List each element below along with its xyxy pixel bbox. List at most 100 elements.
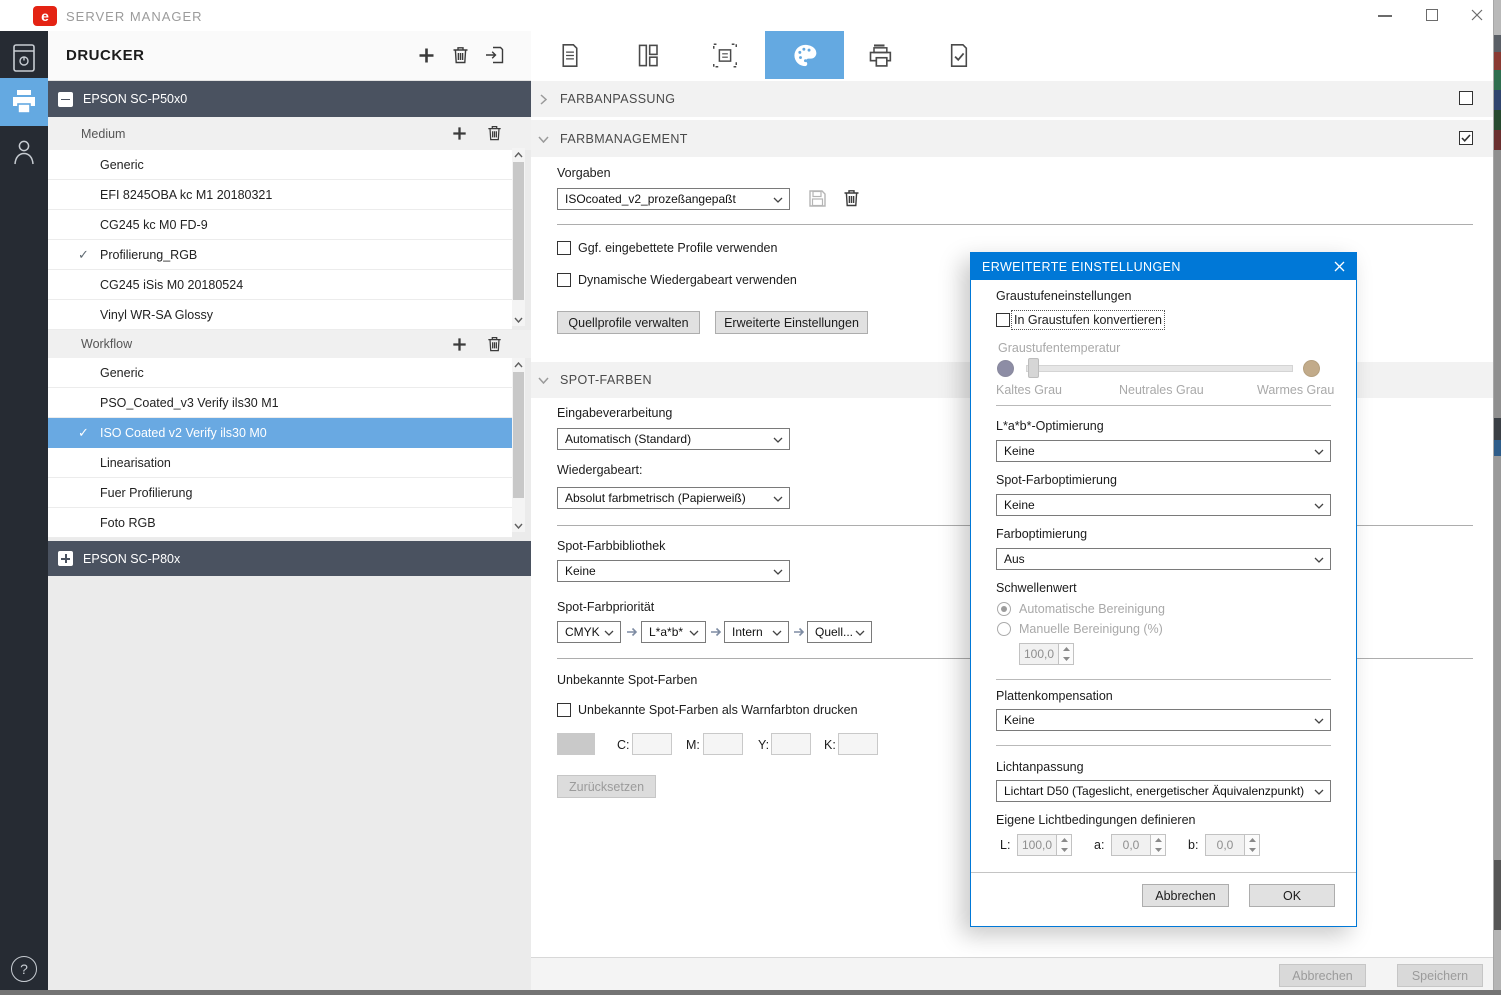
- scrollbar-thumb[interactable]: [513, 372, 524, 498]
- workflow-scrollbar[interactable]: [512, 358, 525, 532]
- scroll-down-icon[interactable]: [512, 519, 525, 532]
- toolbar-tab-printer[interactable]: [867, 43, 895, 69]
- spinner-down-icon[interactable]: [1151, 845, 1165, 855]
- scroll-down-icon[interactable]: [512, 313, 525, 326]
- plate-compensation-dropdown[interactable]: Keine: [996, 709, 1331, 731]
- l-spinner[interactable]: 100,0: [1017, 834, 1072, 856]
- manual-cleanup-spinner[interactable]: 100,0: [1019, 643, 1074, 665]
- spinner-down-icon[interactable]: [1245, 845, 1259, 855]
- tree-item-selected[interactable]: ✓ ISO Coated v2 Verify ils30 M0: [48, 418, 512, 448]
- add-printer-button[interactable]: [418, 47, 435, 64]
- priority-dropdown-4[interactable]: Quell...: [807, 621, 872, 643]
- scroll-up-icon[interactable]: [512, 358, 525, 371]
- scroll-up-icon[interactable]: [512, 148, 525, 161]
- cyan-input[interactable]: [632, 733, 672, 755]
- dynamic-rendering-checkbox[interactable]: [557, 273, 571, 287]
- spinner-up-icon[interactable]: [1057, 835, 1071, 845]
- tree-printer-epson-sc-p80x[interactable]: EPSON SC-P80x: [48, 541, 531, 576]
- rendering-intent-dropdown[interactable]: Absolut farbmetrisch (Papierweiß): [557, 487, 790, 509]
- color-optimization-dropdown[interactable]: Aus: [996, 548, 1331, 570]
- add-workflow-button[interactable]: [452, 337, 467, 352]
- import-icon: [485, 46, 504, 64]
- tree-printer-epson-sc-p50x0[interactable]: EPSON SC-P50x0: [48, 81, 531, 117]
- tree-item[interactable]: Foto RGB: [48, 508, 512, 538]
- priority-dropdown-1[interactable]: CMYK: [557, 621, 621, 643]
- delete-preset-button[interactable]: [843, 189, 860, 207]
- minimize-icon[interactable]: [1378, 15, 1392, 17]
- tree-item[interactable]: CG245 iSis M0 20180524: [48, 270, 512, 300]
- dialog-close-icon[interactable]: [1334, 261, 1345, 272]
- footer-save-button[interactable]: Speichern: [1397, 964, 1483, 987]
- save-preset-button[interactable]: [808, 189, 827, 208]
- spinner-down-icon[interactable]: [1059, 654, 1073, 664]
- convert-grayscale-checkbox[interactable]: [996, 313, 1010, 327]
- toolbar-tab-file[interactable]: [556, 42, 584, 69]
- input-processing-dropdown[interactable]: Automatisch (Standard): [557, 428, 790, 450]
- gray-temperature-slider[interactable]: [1026, 365, 1293, 372]
- slider-thumb[interactable]: [1028, 358, 1039, 378]
- farbmanagement-checkbox-checked[interactable]: [1459, 131, 1473, 145]
- nav-item-users[interactable]: [0, 130, 48, 174]
- tree-item[interactable]: PSO_Coated_v3 Verify ils30 M1: [48, 388, 512, 418]
- lab-optimization-dropdown[interactable]: Keine: [996, 440, 1331, 462]
- dropdown-value: Absolut farbmetrisch (Papierweiß): [565, 491, 746, 505]
- toolbar-tab-verify[interactable]: [945, 42, 973, 69]
- section-farbanpassung[interactable]: FARBANPASSUNG: [531, 81, 1493, 117]
- spinner-up-icon[interactable]: [1151, 835, 1165, 845]
- import-printer-button[interactable]: [485, 46, 504, 64]
- tree-item[interactable]: CG245 kc M0 FD-9: [48, 210, 512, 240]
- scrollbar-thumb[interactable]: [513, 162, 524, 300]
- delete-workflow-button[interactable]: [487, 336, 502, 352]
- auto-cleanup-radio[interactable]: [997, 602, 1011, 616]
- spinner-up-icon[interactable]: [1059, 644, 1073, 654]
- tree-item[interactable]: Generic: [48, 150, 512, 180]
- nav-rail: [0, 31, 48, 990]
- magenta-input[interactable]: [703, 733, 743, 755]
- manual-cleanup-radio[interactable]: [997, 622, 1011, 636]
- a-label: a:: [1094, 838, 1104, 852]
- toolbar-tab-color-active[interactable]: [765, 31, 844, 79]
- close-icon[interactable]: [1470, 8, 1484, 22]
- delete-medium-button[interactable]: [487, 125, 502, 141]
- black-input[interactable]: [838, 733, 878, 755]
- reset-button[interactable]: Zurücksetzen: [557, 775, 656, 798]
- add-medium-button[interactable]: [452, 126, 467, 141]
- nav-item-printers-active[interactable]: [0, 78, 48, 126]
- tree-item[interactable]: EFI 8245OBA kc M1 20180321: [48, 180, 512, 210]
- a-spinner[interactable]: 0,0: [1111, 834, 1166, 856]
- collapse-icon[interactable]: [58, 92, 73, 107]
- tree-item[interactable]: Fuer Profilierung: [48, 478, 512, 508]
- medium-scrollbar[interactable]: [512, 148, 525, 326]
- b-spinner[interactable]: 0,0: [1205, 834, 1260, 856]
- light-adaptation-dropdown[interactable]: Lichtart D50 (Tageslicht, energetischer …: [996, 780, 1331, 802]
- expand-icon[interactable]: [58, 551, 73, 566]
- tree-item[interactable]: Linearisation: [48, 448, 512, 478]
- spinner-up-icon[interactable]: [1245, 835, 1259, 845]
- priority-dropdown-2[interactable]: L*a*b*: [641, 621, 706, 643]
- farbanpassung-checkbox[interactable]: [1459, 91, 1473, 105]
- section-farbmanagement[interactable]: FARBMANAGEMENT: [531, 120, 1493, 157]
- delete-printer-button[interactable]: [452, 46, 469, 64]
- dialog-ok-button[interactable]: OK: [1249, 884, 1335, 907]
- tree-item[interactable]: Vinyl WR-SA Glossy: [48, 300, 512, 330]
- toolbar-tab-layout[interactable]: [634, 42, 662, 69]
- footer-cancel-button[interactable]: Abbrechen: [1279, 964, 1366, 987]
- embedded-profiles-checkbox[interactable]: [557, 241, 571, 255]
- yellow-input[interactable]: [771, 733, 811, 755]
- spot-optimization-dropdown[interactable]: Keine: [996, 494, 1331, 516]
- dialog-cancel-button[interactable]: Abbrechen: [1142, 884, 1229, 907]
- toolbar-tab-marks[interactable]: [711, 42, 739, 69]
- unknown-spot-checkbox[interactable]: [557, 703, 571, 717]
- spot-library-dropdown[interactable]: Keine: [557, 560, 790, 582]
- maximize-icon[interactable]: [1426, 9, 1438, 21]
- vorgaben-dropdown[interactable]: ISOcoated_v2_prozeßangepaßt: [557, 188, 790, 210]
- spinner-down-icon[interactable]: [1057, 845, 1071, 855]
- tree-item[interactable]: ✓ Profilierung_RGB: [48, 240, 512, 270]
- help-button[interactable]: ?: [0, 952, 48, 986]
- nav-item-system[interactable]: [0, 36, 48, 80]
- manage-source-profiles-button[interactable]: Quellprofile verwalten: [557, 311, 700, 334]
- advanced-settings-button[interactable]: Erweiterte Einstellungen: [715, 311, 868, 334]
- priority-dropdown-3[interactable]: Intern: [724, 621, 789, 643]
- dialog-title-bar[interactable]: ERWEITERTE EINSTELLUNGEN: [971, 253, 1356, 280]
- tree-item[interactable]: Generic: [48, 358, 512, 388]
